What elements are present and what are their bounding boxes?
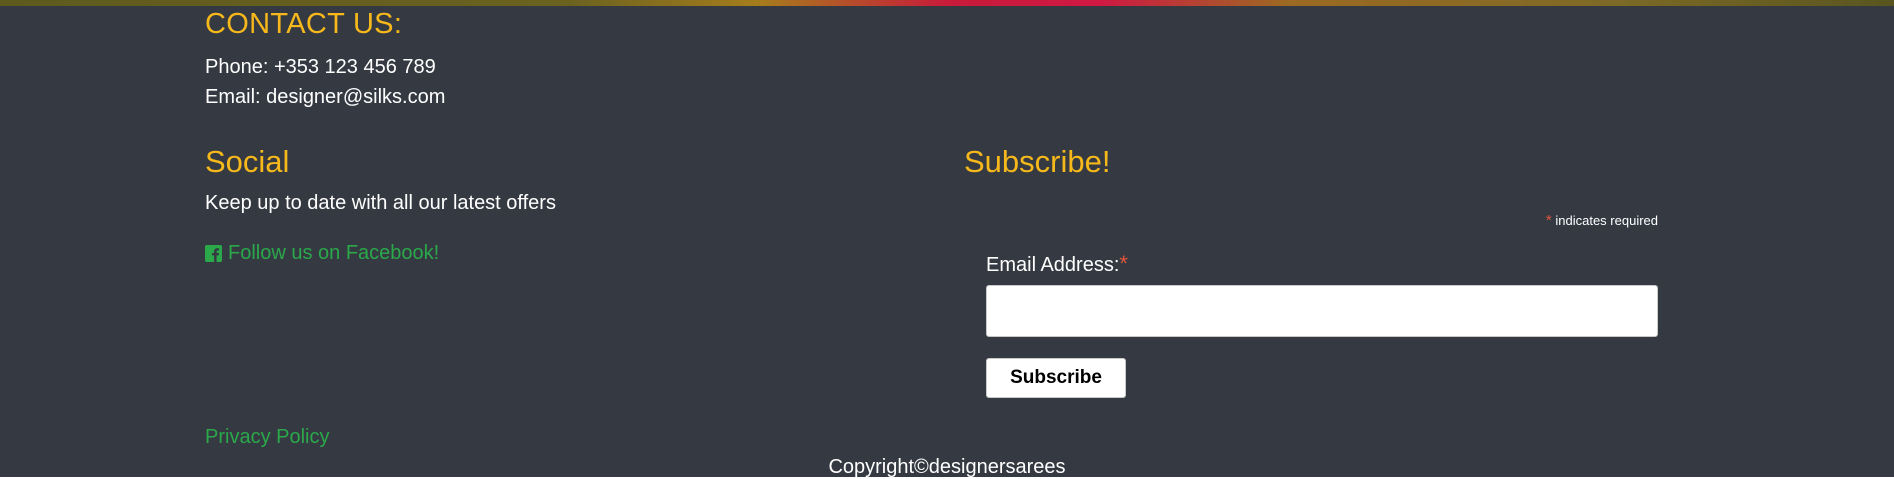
copyright-text: Copyright©designersarees	[828, 456, 1066, 478]
social-heading: Social	[205, 144, 290, 179]
email-required-star: *	[1119, 251, 1128, 276]
email-label-text: Email Address:	[986, 254, 1120, 276]
social-description: Keep up to date with all our latest offe…	[205, 192, 556, 214]
contact-email: Email: designer@silks.com	[205, 86, 446, 108]
required-indicator-note: * indicates required	[1546, 212, 1658, 229]
contact-phone: Phone: +353 123 456 789	[205, 56, 436, 78]
facebook-link[interactable]: Follow us on Facebook!	[205, 242, 439, 265]
page: CONTACT US: Phone: +353 123 456 789 Emai…	[0, 0, 1894, 479]
contact-heading: CONTACT US:	[205, 8, 403, 40]
facebook-square-icon	[205, 245, 222, 262]
email-field-label: Email Address:*	[986, 251, 1128, 277]
required-note-text: indicates required	[1555, 213, 1658, 228]
email-field[interactable]	[986, 285, 1658, 337]
privacy-policy-link[interactable]: Privacy Policy	[205, 426, 329, 449]
site-footer: CONTACT US: Phone: +353 123 456 789 Emai…	[0, 6, 1894, 478]
subscribe-heading: Subscribe!	[964, 144, 1111, 179]
subscribe-button[interactable]: Subscribe	[986, 358, 1126, 398]
required-star: *	[1545, 212, 1552, 229]
facebook-link-label: Follow us on Facebook!	[228, 242, 440, 264]
